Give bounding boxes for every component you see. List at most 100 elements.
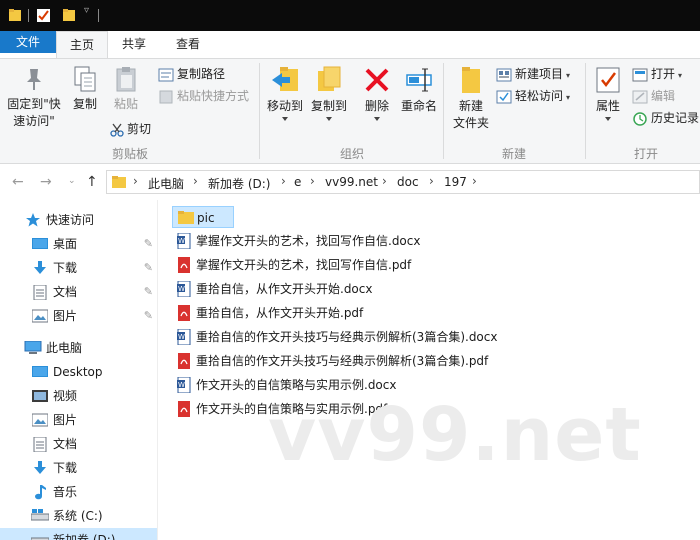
customize-toolbar-icon[interactable]: ▿: [84, 5, 89, 16]
sidebar-item-quick-access[interactable]: 快速访问: [0, 208, 157, 232]
copy-path-button[interactable]: 复制路径: [158, 65, 225, 83]
copy-to-button[interactable]: 复制到: [307, 65, 351, 121]
file-name: 重拾自信，从作文开头开始.pdf: [196, 306, 364, 320]
breadcrumb-vv99[interactable]: vv99.net: [325, 175, 378, 189]
edit-button[interactable]: 编辑: [632, 87, 675, 105]
folder-icon[interactable]: [8, 8, 22, 22]
sidebar-item-pictures-pc[interactable]: 图片: [0, 408, 157, 432]
tab-view[interactable]: 查看: [160, 31, 216, 58]
sidebar-item-documents[interactable]: 文档 ✎: [0, 280, 157, 304]
file-name: 重拾自信的作文开头技巧与经典示例解析(3篇合集).pdf: [196, 354, 489, 368]
move-to-label: 移动到: [266, 99, 303, 113]
list-item-folder[interactable]: pic: [172, 206, 234, 228]
sidebar-item-label: 系统 (C:): [53, 509, 103, 523]
new-item-button[interactable]: 新建项目 ▾: [496, 65, 570, 83]
pin-quick-access-button[interactable]: 固定到"快 速访问": [4, 65, 64, 130]
new-folder-icon: [462, 67, 480, 93]
video-icon: [32, 390, 48, 402]
clipboard-group-label: 剪贴板: [111, 147, 148, 161]
toolbar-separator: [28, 9, 29, 22]
sidebar-item-videos[interactable]: 视频: [0, 384, 157, 408]
properties-dropdown-icon: [605, 117, 611, 121]
open-button[interactable]: 打开 ▾: [632, 65, 682, 83]
copy-path-label: 复制路径: [177, 67, 226, 81]
word-document-icon: W: [177, 233, 191, 249]
breadcrumb-separator: ›: [382, 174, 387, 188]
new-folder-quick-icon[interactable]: [62, 8, 76, 22]
copy-to-dropdown-icon: [326, 117, 332, 121]
document-icon: [33, 285, 47, 300]
address-bar[interactable]: › 此电脑 › 新加卷 (D:) › e › vv99.net › doc › …: [106, 170, 700, 194]
computer-icon: [24, 341, 42, 354]
rename-button[interactable]: 重命名: [398, 65, 440, 115]
sidebar-item-downloads[interactable]: 下载 ✎: [0, 256, 157, 280]
up-arrow-icon[interactable]: ↑: [86, 174, 98, 190]
download-icon: [34, 261, 46, 274]
paste-icon: [116, 67, 136, 92]
desktop-icon: [32, 366, 48, 377]
pin-icon: ✎: [143, 285, 153, 298]
copy-label: 复制: [72, 97, 97, 111]
new-item-dropdown-icon: ▾: [566, 71, 571, 80]
forward-arrow-icon[interactable]: →: [40, 174, 52, 190]
properties-quick-icon[interactable]: [36, 8, 52, 23]
new-group-label: 新建: [501, 147, 526, 161]
sidebar-item-label: 音乐: [53, 485, 78, 499]
pin-quick-access-label-1: 固定到"快: [7, 97, 61, 111]
delete-button[interactable]: 删除: [358, 65, 396, 121]
star-icon: [26, 213, 40, 227]
sidebar-item-label: 桌面: [53, 237, 78, 251]
ribbon-group-separator: [585, 63, 586, 159]
history-label: 历史记录: [651, 111, 700, 125]
new-folder-label-2: 文件夹: [452, 116, 489, 130]
tab-share[interactable]: 共享: [108, 31, 160, 58]
picture-icon: [32, 309, 48, 323]
tab-home[interactable]: 主页: [56, 31, 108, 59]
navigation-bar: ← → ⌄ ↑ › 此电脑 › 新加卷 (D:) › e › vv99.net …: [0, 164, 700, 200]
move-to-button[interactable]: 移动到: [263, 65, 307, 121]
copy-path-icon: [158, 68, 174, 81]
sidebar-item-this-pc[interactable]: 此电脑: [0, 336, 157, 360]
file-list: pic W 掌握作文开头的艺术，找回写作自信.docx 掌握作文开头的艺术，找回…: [170, 204, 700, 540]
rename-label: 重命名: [400, 99, 437, 113]
easy-access-dropdown-icon: ▾: [566, 93, 571, 102]
title-bar: ▿: [0, 0, 700, 31]
new-folder-button[interactable]: 新建 文件夹: [449, 65, 493, 132]
sidebar-item-desktop[interactable]: 桌面 ✎: [0, 232, 157, 256]
sidebar-item-label: 下载: [53, 261, 78, 275]
breadcrumb-197[interactable]: 197: [444, 175, 467, 189]
sidebar-item-label: 下载: [53, 461, 78, 475]
sidebar-item-pictures[interactable]: 图片 ✎: [0, 304, 157, 328]
paste-button[interactable]: 粘贴: [106, 65, 146, 113]
recent-locations-icon[interactable]: ⌄: [68, 176, 76, 186]
svg-text:W: W: [178, 333, 185, 341]
sidebar-item-music[interactable]: 音乐: [0, 480, 157, 504]
cut-button[interactable]: 剪切: [110, 120, 151, 138]
new-item-icon: [496, 68, 512, 81]
open-group-label: 打开: [633, 147, 658, 161]
back-arrow-icon[interactable]: ←: [12, 174, 24, 190]
breadcrumb-this-pc[interactable]: 此电脑: [148, 175, 184, 192]
cut-label: 剪切: [127, 122, 152, 136]
delete-label: 删除: [364, 99, 389, 113]
breadcrumb-doc[interactable]: doc: [397, 175, 419, 189]
easy-access-button[interactable]: 轻松访问 ▾: [496, 87, 570, 105]
paste-shortcut-button[interactable]: 粘贴快捷方式: [158, 87, 249, 105]
breadcrumb-drive-d[interactable]: 新加卷 (D:): [208, 175, 270, 192]
ribbon-tabs: 文件 主页 共享 查看: [0, 31, 700, 59]
pane-divider[interactable]: [157, 200, 158, 540]
delete-x-icon: [365, 68, 389, 92]
tab-file[interactable]: 文件: [0, 31, 56, 53]
breadcrumb-e[interactable]: e: [294, 175, 301, 189]
properties-button[interactable]: 属性: [590, 65, 626, 121]
breadcrumb-separator: ›: [310, 174, 315, 188]
sidebar-item-documents-pc[interactable]: 文档: [0, 432, 157, 456]
sidebar-item-drive-c[interactable]: 系统 (C:): [0, 504, 157, 528]
sidebar-item-downloads-pc[interactable]: 下载: [0, 456, 157, 480]
sidebar-item-desktop-pc[interactable]: Desktop: [0, 360, 157, 384]
document-icon: [33, 437, 47, 452]
history-button[interactable]: 历史记录: [632, 109, 699, 127]
copy-button[interactable]: 复制: [66, 65, 104, 113]
ribbon-group-separator: [443, 63, 444, 159]
sidebar-item-drive-d[interactable]: 新加卷 (D:): [0, 528, 157, 540]
